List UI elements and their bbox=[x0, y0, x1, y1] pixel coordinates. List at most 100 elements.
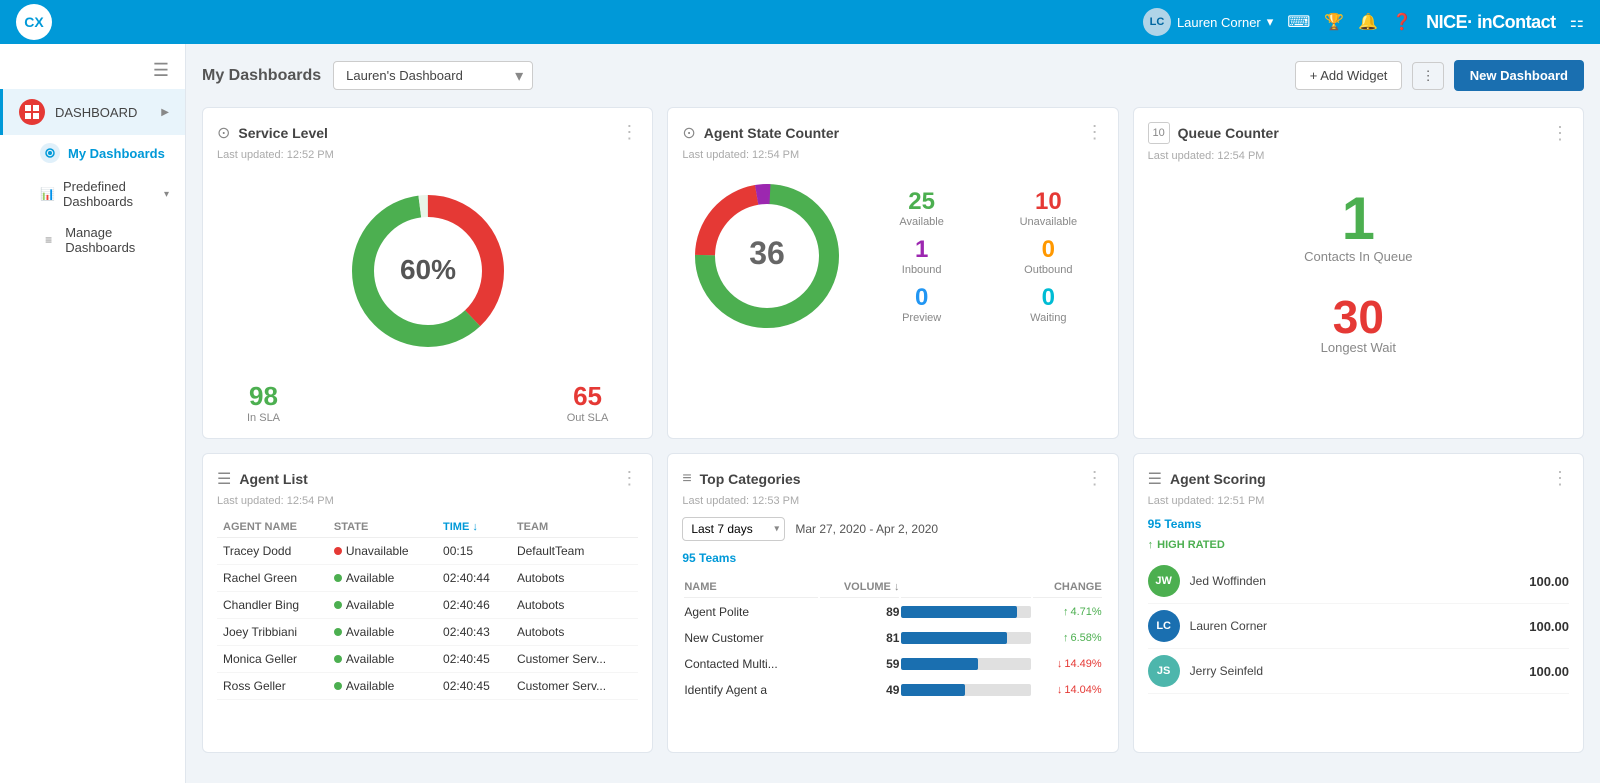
agent-table-row: Rachel Green Available 02:40:44 Autobots bbox=[217, 565, 638, 592]
dashboard-select[interactable]: Lauren's Dashboard Default Dashboard Cus… bbox=[333, 61, 533, 90]
bell-icon[interactable]: 🔔 bbox=[1358, 12, 1378, 32]
service-level-menu[interactable]: ⋮ bbox=[620, 122, 638, 143]
cat-change-arrow: ↓ bbox=[1057, 658, 1063, 670]
cat-volume-cell: 49 bbox=[820, 678, 900, 702]
col-agent-name: AGENT NAME bbox=[217, 517, 328, 538]
scoring-row: JW Jed Woffinden 100.00 bbox=[1148, 559, 1569, 604]
col-cat-change: CHANGE bbox=[1033, 577, 1101, 598]
agent-table-row: Chandler Bing Available 02:40:46 Autobot… bbox=[217, 592, 638, 619]
sidebar-item-my-dashboards[interactable]: My Dashboards bbox=[0, 135, 185, 171]
agent-team-cell: Customer Serv... bbox=[511, 646, 638, 673]
status-dot bbox=[334, 547, 342, 555]
agent-scoring-menu[interactable]: ⋮ bbox=[1551, 468, 1569, 489]
agent-time-cell: 02:40:46 bbox=[437, 592, 511, 619]
sidebar-item-manage[interactable]: ≡ Manage Dashboards bbox=[0, 217, 185, 263]
app-container: ☰ DASHBOARD ▶ My Dashboards 📊 Predefined… bbox=[0, 44, 1600, 783]
scoring-agent-score: 100.00 bbox=[1529, 574, 1569, 589]
top-categories-menu[interactable]: ⋮ bbox=[1086, 468, 1104, 489]
top-cat-period-select[interactable]: Last 7 days Last 30 days Last 90 days bbox=[682, 517, 785, 541]
scoring-rows: JW Jed Woffinden 100.00 LC Lauren Corner… bbox=[1148, 559, 1569, 694]
cat-change-cell: ↑ 4.71% bbox=[1033, 600, 1101, 624]
stat-waiting-value: 0 bbox=[993, 284, 1104, 312]
add-widget-button[interactable]: + Add Widget bbox=[1295, 61, 1403, 90]
sidebar-item-dashboard-label: DASHBOARD bbox=[55, 105, 137, 120]
agent-time-cell: 02:40:44 bbox=[437, 565, 511, 592]
scoring-agent-name: Jed Woffinden bbox=[1190, 574, 1520, 588]
agent-state-widget: ⊙ Agent State Counter ⋮ Last updated: 12… bbox=[667, 107, 1118, 439]
scoring-row: LC Lauren Corner 100.00 bbox=[1148, 604, 1569, 649]
queue-counter-menu[interactable]: ⋮ bbox=[1551, 123, 1569, 144]
sidebar-item-predefined-label: Predefined Dashboards bbox=[63, 179, 156, 209]
trophy-icon[interactable]: 🏆 bbox=[1324, 12, 1344, 32]
dashboard-title: My Dashboards bbox=[202, 67, 321, 85]
stat-inbound-label: Inbound bbox=[866, 264, 977, 276]
cat-change-cell: ↑ 6.58% bbox=[1033, 626, 1101, 650]
cat-volume-cell: 59 bbox=[820, 652, 900, 676]
help-icon[interactable]: ❓ bbox=[1392, 12, 1412, 32]
top-cat-teams-link[interactable]: 95 Teams bbox=[682, 551, 736, 565]
apps-icon[interactable]: ⚏ bbox=[1570, 12, 1584, 32]
status-dot bbox=[334, 628, 342, 636]
dashboard-header: My Dashboards Lauren's Dashboard Default… bbox=[202, 60, 1584, 91]
cat-change-arrow: ↑ bbox=[1063, 606, 1069, 618]
agent-team-cell: Autobots bbox=[511, 565, 638, 592]
stat-preview-label: Preview bbox=[866, 312, 977, 324]
cat-change-text: ↑ 4.71% bbox=[1033, 606, 1101, 618]
dashboard-header-right: + Add Widget ⋮ New Dashboard bbox=[1295, 60, 1584, 91]
stat-available-value: 25 bbox=[866, 188, 977, 216]
stat-inbound: 1 Inbound bbox=[866, 236, 977, 276]
agent-list-menu[interactable]: ⋮ bbox=[620, 468, 638, 489]
sidebar-arrow: ▶ bbox=[161, 107, 169, 118]
queue-counter-updated: Last updated: 12:54 PM bbox=[1148, 150, 1569, 162]
agent-time-cell: 02:40:45 bbox=[437, 673, 511, 700]
user-avatar: LC bbox=[1143, 8, 1171, 36]
agent-name-cell: Monica Geller bbox=[217, 646, 328, 673]
agent-table-row: Monica Geller Available 02:40:45 Custome… bbox=[217, 646, 638, 673]
cat-table-row: Contacted Multi... 59 ↓ 14.49% bbox=[684, 652, 1101, 676]
stat-waiting: 0 Waiting bbox=[993, 284, 1104, 324]
agent-state-stats: 25 Available 10 Unavailable 1 Inbound bbox=[866, 188, 1103, 324]
scoring-teams-link[interactable]: 95 Teams bbox=[1148, 517, 1569, 531]
status-dot bbox=[334, 655, 342, 663]
cx-logo-text: CX bbox=[24, 14, 43, 30]
status-dot bbox=[334, 682, 342, 690]
cat-name-cell: New Customer bbox=[684, 626, 818, 650]
agent-state-container: 36 25 Available 10 Unavailable 1 bbox=[682, 171, 1103, 341]
in-sla-stat: 98 In SLA bbox=[247, 381, 280, 424]
agent-list-updated: Last updated: 12:54 PM bbox=[217, 495, 638, 507]
sidebar-item-dashboard[interactable]: DASHBOARD ▶ bbox=[0, 89, 185, 135]
cx-logo[interactable]: CX bbox=[16, 4, 52, 40]
agent-name-cell: Ross Geller bbox=[217, 673, 328, 700]
service-level-footer: 98 In SLA 65 Out SLA bbox=[217, 381, 638, 424]
scoring-agent-name: Lauren Corner bbox=[1190, 619, 1520, 633]
stat-inbound-value: 1 bbox=[866, 236, 977, 264]
col-cat-name: NAME bbox=[684, 577, 818, 598]
queue-counter-title: Queue Counter bbox=[1178, 125, 1279, 141]
agent-state-cell: Available bbox=[328, 646, 437, 673]
user-dropdown-arrow[interactable]: ▾ bbox=[1267, 14, 1274, 30]
out-sla-value: 65 bbox=[567, 381, 609, 412]
keyboard-icon[interactable]: ⌨ bbox=[1287, 12, 1310, 32]
agent-list-header: ☰ Agent List ⋮ bbox=[217, 468, 638, 489]
manage-icon: ≡ bbox=[40, 230, 57, 250]
user-menu[interactable]: LC Lauren Corner ▾ bbox=[1143, 8, 1273, 36]
sidebar-item-predefined[interactable]: 📊 Predefined Dashboards ▾ bbox=[0, 171, 185, 217]
agent-scoring-title: Agent Scoring bbox=[1170, 471, 1266, 487]
service-level-icon: ⊙ bbox=[217, 123, 230, 143]
sidebar-toggle[interactable]: ☰ bbox=[0, 52, 185, 89]
cat-bar-cell bbox=[901, 626, 1031, 650]
cat-change-arrow: ↑ bbox=[1063, 632, 1069, 644]
service-level-donut-chart: 60% bbox=[338, 181, 518, 361]
status-dot bbox=[334, 601, 342, 609]
new-dashboard-button[interactable]: New Dashboard bbox=[1454, 60, 1584, 91]
status-dot bbox=[334, 574, 342, 582]
cat-bar-bg bbox=[901, 658, 1031, 670]
agent-state-menu[interactable]: ⋮ bbox=[1086, 122, 1104, 143]
agent-list-widget: ☰ Agent List ⋮ Last updated: 12:54 PM AG… bbox=[202, 453, 653, 753]
more-options-button[interactable]: ⋮ bbox=[1412, 62, 1443, 90]
stat-preview-value: 0 bbox=[866, 284, 977, 312]
cat-table-row: Identify Agent a 49 ↓ 14.04% bbox=[684, 678, 1101, 702]
agent-state-cell: Available bbox=[328, 592, 437, 619]
col-time[interactable]: TIME ↓ bbox=[437, 517, 511, 538]
cat-name-cell: Contacted Multi... bbox=[684, 652, 818, 676]
